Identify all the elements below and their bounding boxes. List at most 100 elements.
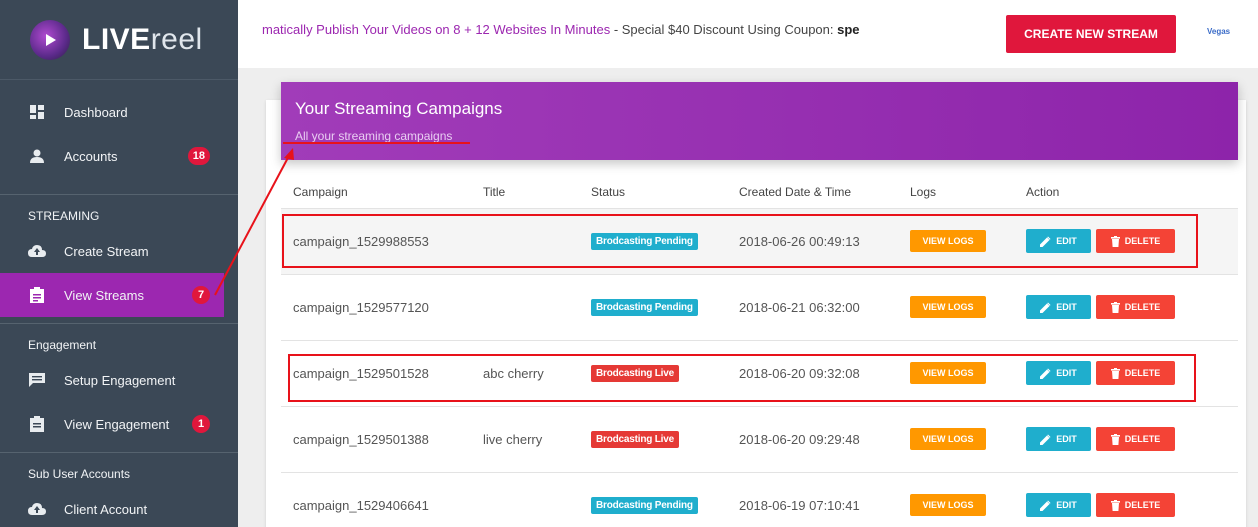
- status-badge: Brodcasting Pending: [591, 299, 698, 316]
- edit-button[interactable]: EDIT: [1026, 361, 1091, 385]
- action-cell: EDIT DELETE: [1014, 274, 1238, 341]
- card-title: Your Streaming Campaigns: [295, 99, 503, 118]
- view-logs-button[interactable]: VIEW LOGS: [910, 428, 986, 450]
- delete-button[interactable]: DELETE: [1096, 361, 1175, 385]
- delete-label: DELETE: [1124, 236, 1161, 246]
- col-action: Action: [1014, 176, 1238, 209]
- delete-label: DELETE: [1124, 368, 1161, 378]
- sidebar-item-label: View Streams: [64, 287, 144, 303]
- campaigns-table: Campaign Title Status Created Date & Tim…: [281, 176, 1238, 527]
- campaign-name: campaign_1529406641: [281, 472, 471, 527]
- table-header-row: Campaign Title Status Created Date & Tim…: [281, 176, 1238, 209]
- action-cell: EDIT DELETE: [1014, 208, 1238, 275]
- coupon-code: spe: [837, 22, 860, 37]
- created-date: 2018-06-20 09:32:08: [727, 340, 898, 407]
- col-logs: Logs: [898, 176, 1014, 209]
- created-date: 2018-06-19 07:10:41: [727, 472, 898, 527]
- view-logs-button[interactable]: VIEW LOGS: [910, 494, 986, 516]
- status-badge: Brodcasting Pending: [591, 497, 698, 514]
- logs-cell: VIEW LOGS: [898, 274, 1014, 341]
- card-header: Your Streaming Campaigns All your stream…: [281, 82, 1238, 160]
- created-date: 2018-06-26 00:49:13: [727, 208, 898, 275]
- edit-label: EDIT: [1056, 302, 1077, 312]
- sidebar-item-view-engagement[interactable]: View Engagement 1: [0, 402, 238, 446]
- pencil-icon: [1040, 434, 1051, 445]
- message-icon: [28, 371, 46, 389]
- promo-text: - Special $40 Discount Using Coupon:: [610, 22, 838, 37]
- trash-icon: [1110, 499, 1120, 511]
- view-logs-button[interactable]: VIEW LOGS: [910, 230, 986, 252]
- cloud-upload-icon: [28, 500, 46, 518]
- create-new-stream-button[interactable]: CREATE NEW STREAM: [1006, 15, 1176, 53]
- table-row: campaign_1529988553 Brodcasting Pending 20…: [281, 208, 1238, 275]
- table-row: campaign_1529501388 live cherry Brodcastin…: [281, 406, 1238, 473]
- delete-button[interactable]: DELETE: [1096, 493, 1175, 517]
- campaign-title: [471, 208, 579, 275]
- logo[interactable]: LIVEreel: [0, 0, 238, 80]
- promo-link[interactable]: matically Publish Your Videos on 8 + 12 …: [262, 22, 610, 37]
- section-streaming: STREAMING: [0, 194, 238, 229]
- sidebar-item-view-streams[interactable]: View Streams 7: [0, 273, 224, 317]
- table-row: campaign_1529501528 abc cherry Brodcasting…: [281, 340, 1238, 407]
- sidebar-item-dashboard[interactable]: Dashboard: [0, 90, 238, 134]
- sidebar-item-label: Create Stream: [64, 243, 149, 259]
- engagement-count-badge: 1: [192, 415, 210, 433]
- edit-button[interactable]: EDIT: [1026, 427, 1091, 451]
- sidebar-item-label: Accounts: [64, 148, 118, 164]
- play-logo-icon: [30, 19, 70, 60]
- sidebar-item-accounts[interactable]: Accounts 18: [0, 134, 238, 178]
- delete-button[interactable]: DELETE: [1096, 427, 1175, 451]
- sidebar-item-label: View Engagement: [64, 416, 170, 432]
- campaign-name: campaign_1529501388: [281, 406, 471, 473]
- edit-label: EDIT: [1056, 500, 1077, 510]
- col-campaign: Campaign: [281, 176, 471, 209]
- campaign-title: [471, 274, 579, 341]
- streams-count-badge: 7: [192, 286, 210, 304]
- sidebar-item-create-stream[interactable]: Create Stream: [0, 229, 238, 273]
- delete-button[interactable]: DELETE: [1096, 229, 1175, 253]
- status-cell: Brodcasting Live: [579, 406, 727, 473]
- logs-cell: VIEW LOGS: [898, 472, 1014, 527]
- view-logs-button[interactable]: VIEW LOGS: [910, 296, 986, 318]
- edit-label: EDIT: [1056, 368, 1077, 378]
- partner-logo[interactable]: Vegas: [1207, 27, 1230, 36]
- trash-icon: [1110, 235, 1120, 247]
- delete-button[interactable]: DELETE: [1096, 295, 1175, 319]
- section-sub-user-accounts: Sub User Accounts: [0, 452, 238, 487]
- edit-label: EDIT: [1056, 434, 1077, 444]
- status-cell: Brodcasting Live: [579, 340, 727, 407]
- delete-label: DELETE: [1124, 434, 1161, 444]
- edit-button[interactable]: EDIT: [1026, 493, 1091, 517]
- col-title: Title: [471, 176, 579, 209]
- pencil-icon: [1040, 236, 1051, 247]
- campaign-name: campaign_1529501528: [281, 340, 471, 407]
- trash-icon: [1110, 367, 1120, 379]
- view-logs-button[interactable]: VIEW LOGS: [910, 362, 986, 384]
- edit-label: EDIT: [1056, 236, 1077, 246]
- pencil-icon: [1040, 368, 1051, 379]
- sidebar-item-label: Setup Engagement: [64, 372, 176, 388]
- delete-label: DELETE: [1124, 500, 1161, 510]
- table-row: campaign_1529577120 Brodcasting Pending 20…: [281, 274, 1238, 341]
- sidebar-item-client-account[interactable]: Client Account: [0, 487, 238, 527]
- user-icon: [28, 147, 46, 165]
- status-cell: Brodcasting Pending: [579, 472, 727, 527]
- status-badge: Brodcasting Live: [591, 431, 679, 448]
- status-cell: Brodcasting Pending: [579, 274, 727, 341]
- trash-icon: [1110, 433, 1120, 445]
- edit-button[interactable]: EDIT: [1026, 295, 1091, 319]
- logs-cell: VIEW LOGS: [898, 340, 1014, 407]
- dashboard-icon: [28, 103, 46, 121]
- edit-button[interactable]: EDIT: [1026, 229, 1091, 253]
- logs-cell: VIEW LOGS: [898, 406, 1014, 473]
- card-subtitle: All your streaming campaigns: [295, 129, 453, 143]
- sidebar-item-setup-engagement[interactable]: Setup Engagement: [0, 358, 238, 402]
- status-cell: Brodcasting Pending: [579, 208, 727, 275]
- clipboard-icon: [28, 286, 46, 304]
- delete-label: DELETE: [1124, 302, 1161, 312]
- action-cell: EDIT DELETE: [1014, 406, 1238, 473]
- accounts-count-badge: 18: [187, 147, 210, 165]
- logs-cell: VIEW LOGS: [898, 208, 1014, 275]
- sidebar-item-label: Dashboard: [64, 104, 128, 120]
- promo-marquee[interactable]: matically Publish Your Videos on 8 + 12 …: [262, 22, 860, 37]
